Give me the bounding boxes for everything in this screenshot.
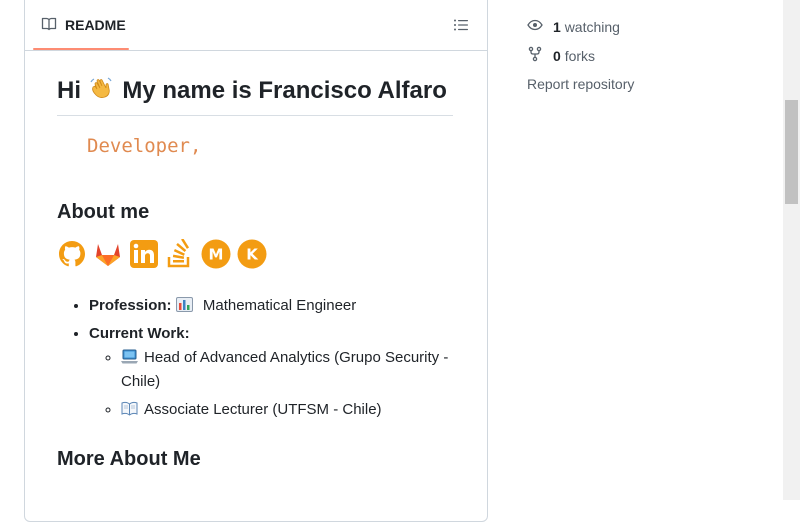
gitlab-badge-icon[interactable] — [93, 239, 123, 269]
work-item-text: Associate Lecturer (UTFSM - Chile) — [144, 401, 382, 418]
readme-title: Hi My name is Francisco Alfaro — [57, 75, 453, 116]
readme-tab-label: README — [65, 17, 126, 33]
fork-icon — [527, 46, 543, 65]
readme-card: README Hi My name is Francisco Alfaro De… — [24, 0, 488, 522]
current-work-label: Current Work: — [89, 325, 190, 342]
list-item: Current Work: Head of Advanced Analytics… — [89, 322, 449, 422]
svg-text:M: M — [209, 246, 224, 264]
title-text: My name is Francisco Alfaro — [122, 77, 447, 104]
waving-hand-icon — [88, 75, 114, 109]
title-greeting: Hi — [57, 77, 81, 104]
about-heading: About me — [57, 201, 150, 223]
work-list: Head of Advanced Analytics (Grupo Securi… — [89, 346, 449, 422]
bar-chart-icon — [175, 296, 193, 312]
readme-tab[interactable]: README — [33, 1, 134, 49]
linkedin-badge-icon[interactable] — [129, 239, 159, 269]
github-badge-icon[interactable] — [57, 239, 87, 269]
social-badges: M K — [57, 239, 267, 269]
watching-label: watching — [564, 18, 620, 35]
kaggle-badge-icon[interactable]: K — [237, 239, 267, 269]
open-book-icon — [121, 400, 138, 416]
report-repository-link[interactable]: Report repository — [527, 76, 634, 92]
list-icon — [453, 17, 469, 38]
watching-count: 1 — [553, 18, 561, 35]
profession-value: Mathematical Engineer — [202, 297, 357, 314]
more-about-heading: More About Me — [57, 448, 201, 470]
active-tab-indicator — [33, 48, 129, 50]
about-list: Profession: Mathematical Engineer Curren… — [57, 294, 449, 426]
laptop-icon — [121, 348, 138, 364]
svg-text:K: K — [246, 246, 259, 264]
typing-animation-text: Developer, — [87, 135, 202, 157]
scrollbar-thumb[interactable] — [785, 100, 798, 204]
list-item: Head of Advanced Analytics (Grupo Securi… — [121, 346, 449, 394]
book-icon — [41, 16, 57, 35]
page-scrollbar[interactable] — [783, 0, 800, 500]
profession-label: Profession: — [89, 297, 172, 314]
readme-header: README — [25, 0, 487, 51]
stackoverflow-badge-icon[interactable] — [165, 239, 195, 269]
list-item: Associate Lecturer (UTFSM - Chile) — [121, 398, 449, 422]
forks-link[interactable]: 0 forks — [527, 46, 595, 65]
eye-icon — [527, 17, 543, 36]
forks-label: forks — [564, 47, 596, 64]
medium-badge-icon[interactable]: M — [201, 239, 231, 269]
table-of-contents-button[interactable] — [449, 15, 473, 39]
list-item: Profession: Mathematical Engineer — [89, 294, 449, 318]
work-item-text: Head of Advanced Analytics (Grupo Securi… — [121, 349, 449, 390]
watching-link[interactable]: 1 watching — [527, 17, 620, 36]
forks-count: 0 — [553, 47, 561, 64]
